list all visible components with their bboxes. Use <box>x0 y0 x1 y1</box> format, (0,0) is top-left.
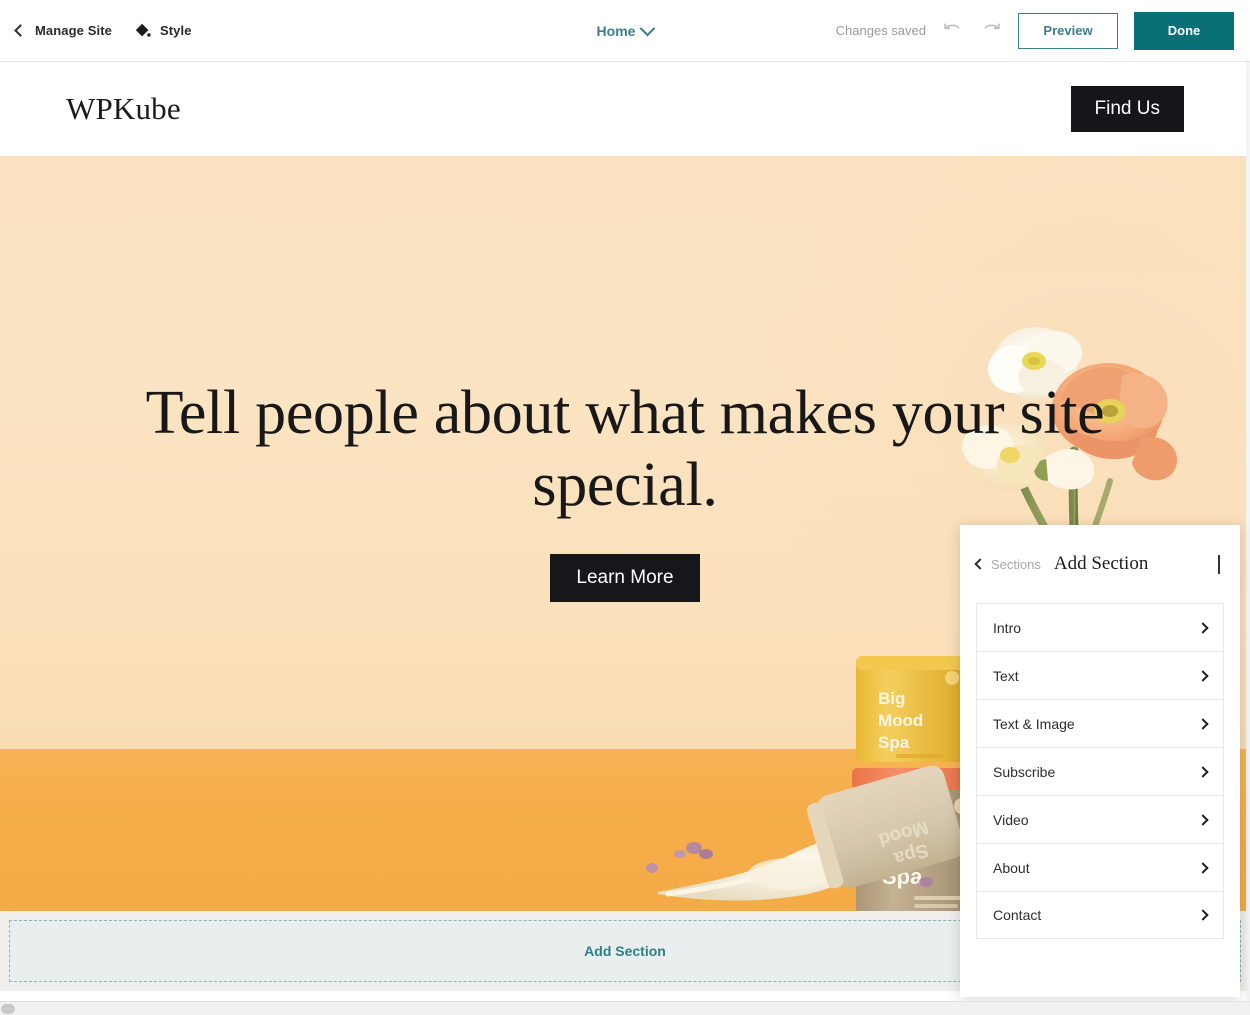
chevron-right-icon <box>1197 669 1209 682</box>
horizontal-scrollbar[interactable] <box>0 1001 1250 1015</box>
manage-site-button[interactable]: Manage Site <box>14 23 112 38</box>
section-item-label: About <box>993 859 1030 876</box>
section-item-text-and-image[interactable]: Text & Image <box>976 699 1224 747</box>
site-logo[interactable]: WPKube <box>66 91 181 127</box>
add-section-dropzone-label: Add Section <box>584 943 666 959</box>
section-item-label: Video <box>993 811 1029 828</box>
save-status-text: Changes saved <box>835 23 926 38</box>
learn-more-button[interactable]: Learn More <box>550 553 700 602</box>
panel-back-label: Sections <box>991 556 1041 572</box>
preview-label: Preview <box>1043 23 1093 38</box>
chevron-right-icon <box>1197 765 1209 778</box>
chevron-right-icon <box>1197 621 1209 634</box>
section-item-label: Text & Image <box>993 715 1075 732</box>
section-item-label: Text <box>993 667 1019 684</box>
find-us-label: Find Us <box>1094 98 1160 119</box>
chevron-left-icon <box>974 558 986 570</box>
chevron-down-icon <box>640 20 656 36</box>
style-label: Style <box>159 23 192 38</box>
section-item-subscribe[interactable]: Subscribe <box>976 747 1224 795</box>
done-label: Done <box>1167 23 1201 38</box>
undo-arrow-icon[interactable] <box>942 20 964 42</box>
page-selector-dropdown[interactable]: Home <box>596 20 656 39</box>
svg-text:Big: Big <box>878 689 905 708</box>
site-header: WPKube Find Us <box>0 62 1250 156</box>
section-item-intro[interactable]: Intro <box>976 603 1224 651</box>
hero-spilled-jar-image: Mood Spa <box>640 764 965 911</box>
style-button[interactable]: Style <box>134 22 192 40</box>
section-item-label: Contact <box>993 907 1042 923</box>
canvas-right-edge <box>1246 62 1250 1015</box>
panel-collapse-button[interactable] <box>1212 549 1226 579</box>
hero-title: Tell people about what makes your site s… <box>145 379 1105 519</box>
find-us-button[interactable]: Find Us <box>1070 86 1184 132</box>
page-selector-label: Home <box>596 23 636 39</box>
horizontal-scrollbar-thumb[interactable] <box>1 1004 15 1014</box>
section-item-text[interactable]: Text <box>976 651 1224 699</box>
chevron-right-icon <box>1197 861 1209 874</box>
chevron-right-icon <box>1197 717 1209 730</box>
chevron-right-icon <box>1197 813 1209 826</box>
svg-text:Spa: Spa <box>878 733 910 752</box>
done-button[interactable]: Done <box>1134 11 1234 50</box>
add-section-panel: Sections Add Section Intro Text Text & I… <box>960 525 1240 997</box>
section-item-label: Intro <box>993 619 1022 636</box>
learn-more-label: Learn More <box>576 566 674 588</box>
manage-site-label: Manage Site <box>35 23 112 38</box>
paint-diamond-icon <box>134 22 152 40</box>
section-item-video[interactable]: Video <box>976 795 1224 843</box>
redo-arrow-icon[interactable] <box>980 20 1002 42</box>
chevron-left-icon <box>14 24 27 37</box>
section-item-contact[interactable]: Contact <box>976 891 1224 939</box>
section-type-list: Intro Text Text & Image Subscribe Video … <box>960 603 1240 939</box>
editor-toolbar: Manage Site Style Home Changes saved Pre… <box>0 0 1250 62</box>
section-item-label: Subscribe <box>993 763 1056 780</box>
toolbar-right-group: Changes saved Preview Done <box>835 11 1250 50</box>
toolbar-left-group: Manage Site Style <box>0 22 192 40</box>
preview-button[interactable]: Preview <box>1018 12 1118 49</box>
chevron-down-icon <box>1218 555 1220 574</box>
panel-back-button[interactable]: Sections <box>974 556 1041 572</box>
panel-title: Add Section <box>1053 553 1149 574</box>
panel-header: Sections Add Section <box>960 525 1240 603</box>
svg-text:Mood: Mood <box>878 711 923 730</box>
section-item-about[interactable]: About <box>976 843 1224 891</box>
chevron-right-icon <box>1197 909 1209 921</box>
